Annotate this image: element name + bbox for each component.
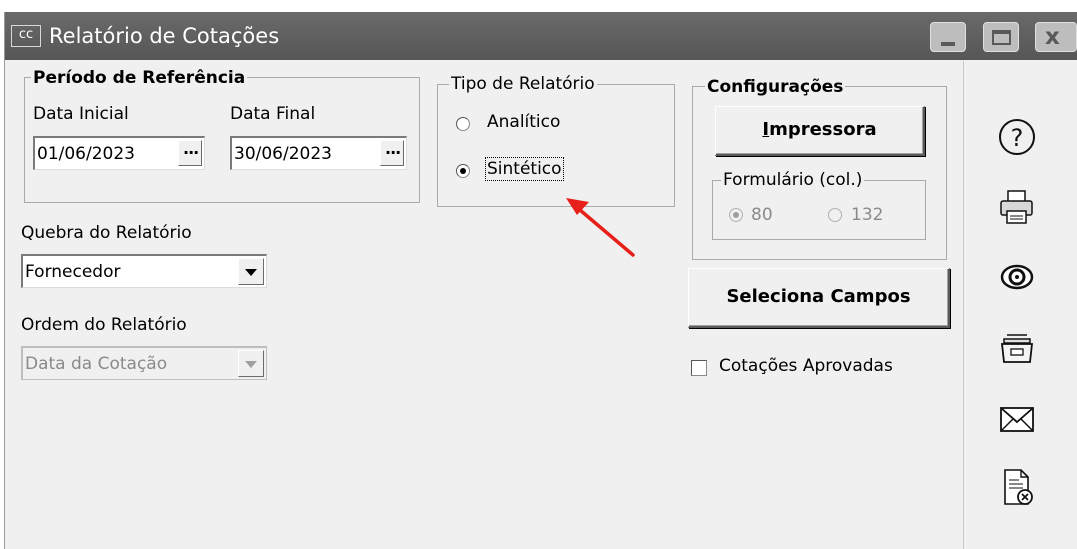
formulario-132-label[interactable]: 132 (851, 205, 883, 225)
cotacoes-aprovadas-label[interactable]: Cotações Aprovadas (719, 356, 893, 376)
cotacoes-aprovadas-checkbox[interactable] (691, 360, 707, 376)
archive-button[interactable] (997, 329, 1037, 369)
ordem-select[interactable]: Data da Cotação (21, 346, 267, 380)
impressora-button[interactable]: Impressora (715, 106, 925, 156)
formulario-80-label[interactable]: 80 (751, 205, 773, 225)
annotation-arrow-icon (566, 198, 635, 257)
printer-icon (1000, 190, 1033, 224)
help-button[interactable]: ? (997, 117, 1037, 157)
preview-button[interactable] (997, 257, 1037, 297)
seleciona-campos-label: Seleciona Campos (726, 286, 911, 307)
formulario-132-radio[interactable] (828, 208, 842, 222)
close-document-icon (1004, 469, 1033, 505)
close-report-button[interactable] (997, 467, 1037, 507)
ordem-value: Data da Cotação (25, 354, 168, 374)
svg-text:?: ? (1011, 124, 1024, 152)
help-icon: ? (999, 119, 1035, 155)
print-button[interactable] (997, 187, 1037, 227)
ordem-dropdown-button[interactable] (238, 350, 264, 377)
minimize-button[interactable] (930, 22, 966, 52)
ordem-label: Ordem do Relatório (21, 315, 187, 335)
archive-icon (1000, 334, 1034, 363)
envelope-icon (1000, 407, 1034, 432)
formulario-legend: Formulário (col.) (721, 170, 865, 190)
close-button[interactable]: x (1035, 22, 1077, 52)
close-icon: x (1045, 24, 1060, 50)
formulario-80-radio[interactable] (729, 208, 743, 222)
maximize-icon (992, 30, 1011, 45)
right-toolbar: ? (963, 61, 1077, 549)
report-window: cc Relatório de Cotações x Período de Re… (4, 12, 1077, 549)
chevron-down-icon (245, 361, 257, 368)
radio-selected-dot (733, 212, 739, 218)
maximize-button[interactable] (983, 22, 1019, 52)
minimize-icon (941, 42, 955, 46)
impressora-button-label: Impressora (762, 119, 877, 140)
preview-eye-icon (1000, 264, 1034, 290)
seleciona-campos-button[interactable]: Seleciona Campos (688, 268, 950, 328)
configuracoes-legend: Configurações (705, 77, 846, 97)
email-button[interactable] (997, 399, 1037, 439)
